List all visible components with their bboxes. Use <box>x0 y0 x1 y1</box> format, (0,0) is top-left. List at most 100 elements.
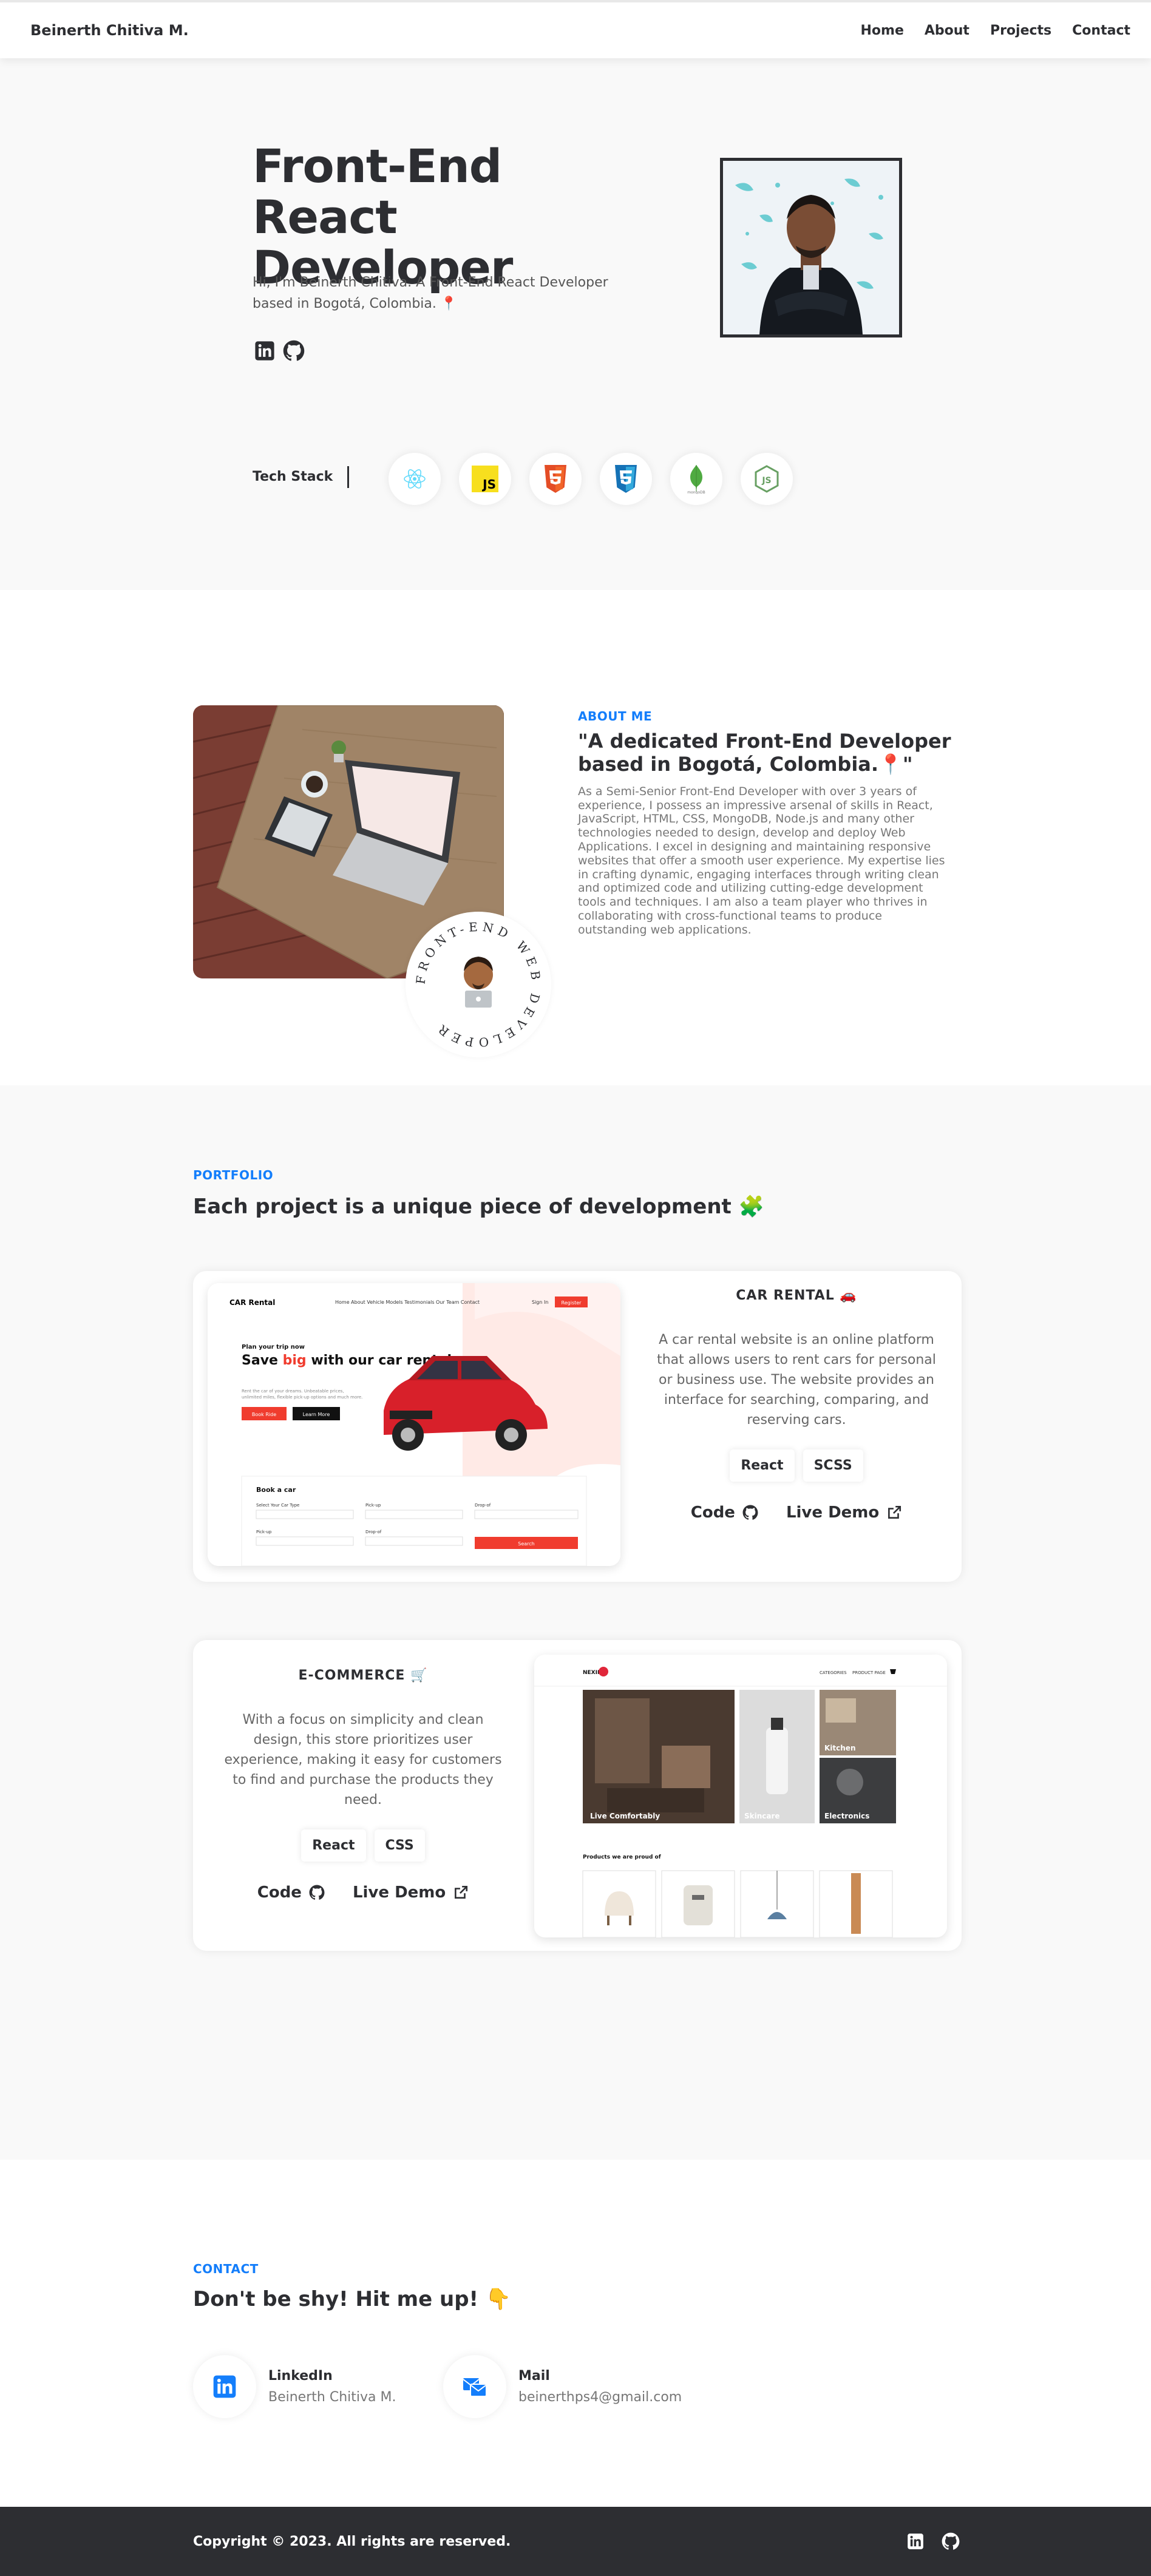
linkedin-icon[interactable] <box>254 340 276 362</box>
about-heading: "A dedicated Front-End Developer based i… <box>578 730 951 776</box>
hero-section: Front-End React Developer Hi, I'm Beiner… <box>0 58 1151 590</box>
react-icon <box>389 453 441 505</box>
demo-label: Live Demo <box>786 1503 880 1522</box>
svg-text:Drop-of: Drop-of <box>365 1530 382 1534</box>
svg-text:Select Your Car Type: Select Your Car Type <box>256 1503 299 1508</box>
contact-mail[interactable]: Mail beinerthps4@gmail.com <box>443 2355 682 2418</box>
github-icon[interactable] <box>283 340 305 362</box>
footer-copyright: Copyright © 2023. All rights are reserve… <box>193 2534 511 2549</box>
project-card-ecommerce: E-COMMERCE 🛒 With a focus on simplicity … <box>193 1640 962 1951</box>
contact-label: CONTACT <box>193 2262 259 2276</box>
svg-text:CATEGORIES: CATEGORIES <box>820 1670 847 1675</box>
about-text-block: ABOUT ME "A dedicated Front-End Develope… <box>578 709 954 937</box>
svg-text:Register: Register <box>562 1300 582 1306</box>
nav-link-contact[interactable]: Contact <box>1072 23 1130 38</box>
hero-social-links <box>254 340 305 362</box>
hero-subtitle: Hi, I'm Beinerth Chitiva. A Front-End Re… <box>253 275 608 312</box>
svg-text:Learn More: Learn More <box>303 1412 330 1417</box>
nav-link-about[interactable]: About <box>925 23 969 38</box>
developer-badge: FRONT-END WEB DEVELOPER <box>406 912 551 1057</box>
github-icon <box>309 1885 325 1900</box>
nodejs-icon: JS <box>741 453 793 505</box>
svg-text:Sign In: Sign In <box>532 1300 548 1305</box>
svg-text:Rent the car of your dreams. U: Rent the car of your dreams. Unbeatable … <box>242 1389 344 1394</box>
car-rental-description: A car rental website is an online platfo… <box>657 1332 936 1428</box>
svg-text:mongoDB: mongoDB <box>687 490 705 494</box>
about-section: FRONT-END WEB DEVELOPER ABOUT ME "A dedi… <box>0 590 1151 1085</box>
ecommerce-code-link[interactable]: Code <box>257 1883 325 1902</box>
code-label: Code <box>257 1883 302 1902</box>
footer-social-links <box>905 2530 962 2552</box>
svg-text:Book a car: Book a car <box>256 1486 296 1494</box>
contact-linkedin-value: Beinerth Chitiva M. <box>268 2390 396 2405</box>
svg-text:Pick-up: Pick-up <box>365 1503 381 1508</box>
svg-text:Pick-up: Pick-up <box>256 1530 272 1534</box>
project-card-car-rental: CAR Rental Home About Vehicle Models Tes… <box>193 1271 962 1582</box>
svg-text:Home About Vehicle Models: Home About Vehicle Models Testimonials O… <box>335 1300 480 1305</box>
tag-react: React <box>730 1449 795 1482</box>
contact-linkedin[interactable]: LinkedIn Beinerth Chitiva M. <box>193 2355 396 2418</box>
external-link-icon <box>455 1885 468 1899</box>
html5-icon <box>529 453 582 505</box>
javascript-icon: JS <box>459 453 511 505</box>
contact-title: Don't be shy! Hit me up! 👇 <box>193 2287 512 2311</box>
about-body: As a Semi-Senior Front-End Developer wit… <box>578 784 945 937</box>
svg-text:Save big with our car rental: Save big with our car rental <box>242 1353 452 1368</box>
css3-icon <box>600 453 652 505</box>
tech-stack-label: Tech Stack <box>253 466 350 488</box>
svg-text:Products we are proud of: Products we are proud of <box>583 1854 661 1860</box>
ecommerce-title: E-COMMERCE 🛒 <box>298 1668 428 1683</box>
car-rental-title: CAR RENTAL 🚗 <box>736 1288 857 1303</box>
hero-title: Front-End React Developer <box>253 139 513 295</box>
code-label: Code <box>690 1503 735 1522</box>
mail-icon <box>443 2355 506 2418</box>
car-rental-links: Code Live Demo <box>651 1503 942 1522</box>
site-brand[interactable]: Beinerth Chitiva M. <box>30 22 189 39</box>
ecommerce-info: E-COMMERCE 🛒 With a focus on simplicity … <box>217 1668 509 1902</box>
portfolio-title: Each project is a unique piece of develo… <box>193 1195 764 1219</box>
tech-stack-list: JS mongoDB JS <box>389 453 793 505</box>
car-rental-code-link[interactable]: Code <box>691 1503 758 1522</box>
profile-photo <box>720 158 902 337</box>
car-rental-info: CAR RENTAL 🚗 A car rental website is an … <box>651 1288 942 1522</box>
about-label: ABOUT ME <box>578 709 653 724</box>
github-icon <box>742 1505 758 1520</box>
contact-linkedin-name: LinkedIn <box>268 2368 333 2384</box>
car-rental-demo-link[interactable]: Live Demo <box>786 1503 902 1522</box>
car-rental-screenshot[interactable]: CAR Rental Home About Vehicle Models Tes… <box>208 1283 620 1566</box>
portfolio-section: PORTFOLIO Each project is a unique piece… <box>0 1085 1151 2160</box>
svg-text:Plan your trip now: Plan your trip now <box>242 1344 305 1351</box>
svg-text:unlimited miles, flexible pick: unlimited miles, flexible pick-up option… <box>242 1395 362 1400</box>
svg-text:JS: JS <box>481 477 496 492</box>
tag-css: CSS <box>374 1829 425 1862</box>
ecommerce-description: With a focus on simplicity and clean des… <box>224 1712 502 1808</box>
external-link-icon <box>888 1505 901 1519</box>
ecommerce-screenshot[interactable]: NEXIMY CATEGORIES PRODUCT PAGE Live Comf… <box>534 1655 947 1937</box>
tag-react: React <box>301 1829 366 1862</box>
linkedin-icon[interactable] <box>905 2530 926 2552</box>
svg-text:JS: JS <box>761 476 771 486</box>
svg-text:Live Comfortably: Live Comfortably <box>590 1812 660 1820</box>
contact-mail-name: Mail <box>518 2368 550 2384</box>
car-rental-tags: React SCSS <box>651 1449 942 1482</box>
svg-text:Search: Search <box>518 1541 534 1547</box>
nav-link-projects[interactable]: Projects <box>990 23 1051 38</box>
top-navbar: Beinerth Chitiva M. Home About Projects … <box>0 0 1151 58</box>
mongodb-icon: mongoDB <box>670 453 722 505</box>
portfolio-label: PORTFOLIO <box>193 1168 274 1182</box>
ecommerce-tags: React CSS <box>217 1829 509 1862</box>
nav-links: Home About Projects Contact <box>861 23 1131 38</box>
contact-mail-value: beinerthps4@gmail.com <box>518 2390 682 2405</box>
demo-label: Live Demo <box>352 1883 446 1902</box>
svg-text:CAR Rental: CAR Rental <box>229 1298 275 1307</box>
svg-text:PRODUCT PAGE: PRODUCT PAGE <box>852 1670 886 1675</box>
nav-link-home[interactable]: Home <box>861 23 904 38</box>
contact-section: CONTACT Don't be shy! Hit me up! 👇 Linke… <box>0 2160 1151 2507</box>
github-icon[interactable] <box>940 2530 962 2552</box>
ecommerce-links: Code Live Demo <box>217 1883 509 1902</box>
svg-text:Drop-of: Drop-of <box>475 1503 491 1508</box>
site-footer: Copyright © 2023. All rights are reserve… <box>0 2507 1151 2576</box>
ecommerce-demo-link[interactable]: Live Demo <box>353 1883 469 1902</box>
svg-text:Kitchen: Kitchen <box>824 1744 856 1752</box>
svg-text:Electronics: Electronics <box>824 1812 869 1820</box>
